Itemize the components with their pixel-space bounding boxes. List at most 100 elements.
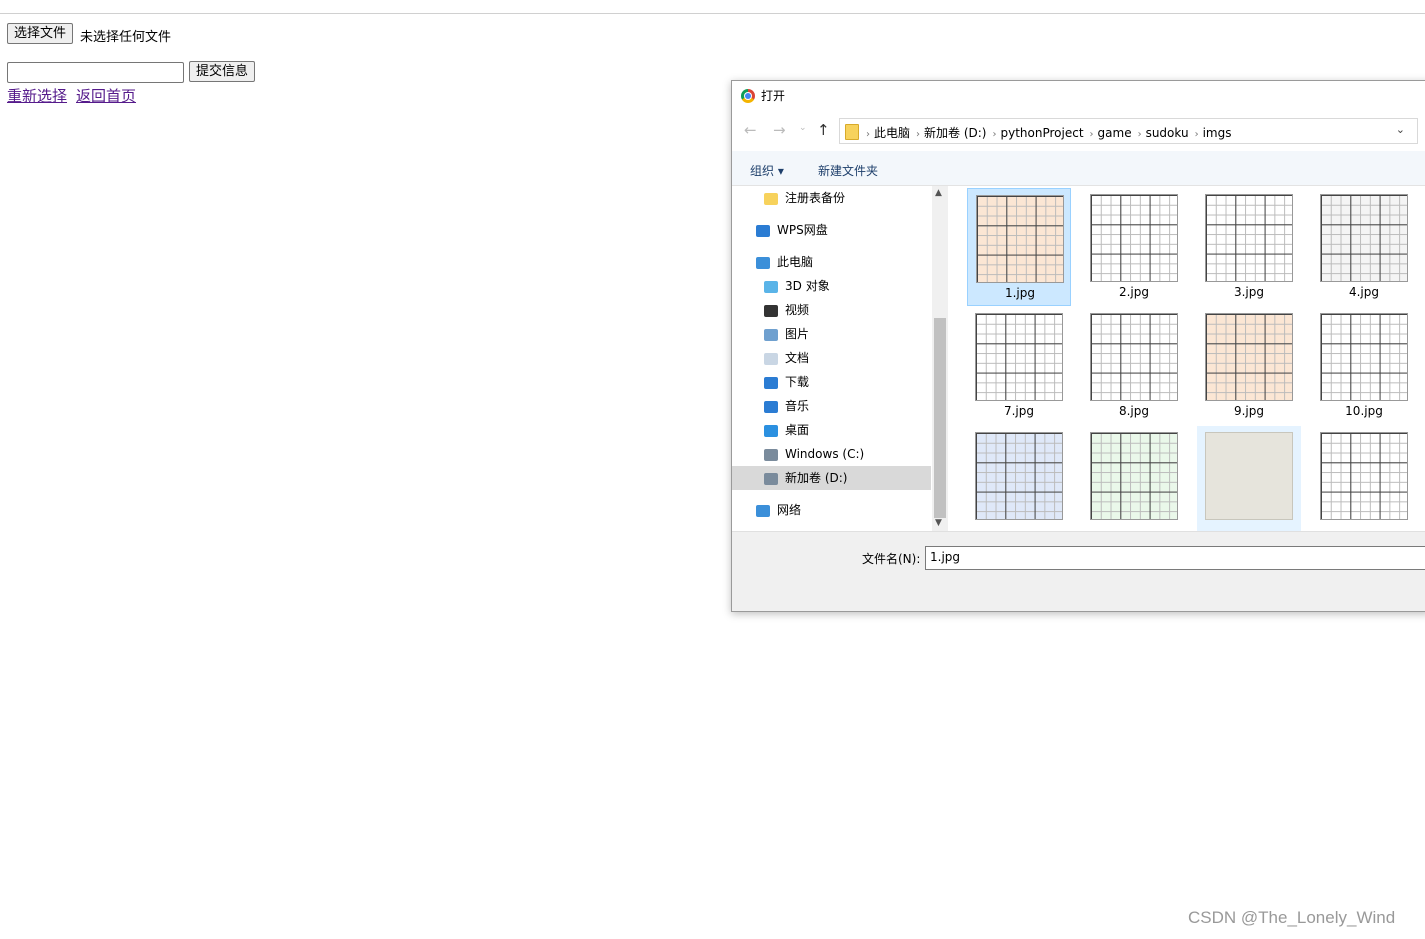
sudoku-thumbnail (1205, 313, 1293, 401)
file-tile[interactable]: 10.jpg (1312, 307, 1416, 425)
picture-icon (764, 328, 778, 341)
sudoku-thumbnail (1090, 194, 1178, 282)
submit-info-button[interactable]: 提交信息 (189, 61, 256, 82)
sudoku-thumbnail (1205, 432, 1293, 520)
file-name: 9.jpg (1233, 404, 1265, 418)
nav-item[interactable]: 视频 (764, 299, 809, 321)
forward-arrow-icon[interactable]: → (773, 121, 786, 139)
info-text-input[interactable] (7, 62, 184, 83)
nav-item[interactable]: 此电脑 (756, 251, 813, 273)
breadcrumb-item[interactable]: pythonProject (1000, 126, 1083, 140)
recent-dropdown-icon[interactable]: ⌄ (799, 123, 807, 133)
network-icon (756, 504, 770, 517)
file-tile[interactable]: 9.jpg (1197, 307, 1301, 425)
up-arrow-icon[interactable]: ↑ (817, 121, 830, 139)
nav-item[interactable]: 新加卷 (D:) (764, 467, 847, 489)
file-name: 8.jpg (1118, 404, 1150, 418)
nav-item-label: 文档 (785, 351, 810, 365)
file-tile[interactable]: 8.jpg (1082, 307, 1186, 425)
dialog-toolbar: 组织 ▾ 新建文件夹 (732, 151, 1425, 186)
cloud-icon (756, 224, 770, 237)
organize-menu[interactable]: 组织 ▾ (750, 162, 784, 179)
back-arrow-icon[interactable]: ← (744, 121, 757, 139)
nav-item[interactable]: 网络 (756, 499, 801, 521)
cube-icon (764, 280, 778, 293)
file-tile[interactable]: 4.jpg (1312, 188, 1416, 306)
nav-item[interactable]: 桌面 (764, 419, 809, 441)
breadcrumb: › 此电脑 › 新加卷 (D:) › pythonProject › game › sudoku ›… (864, 124, 1236, 141)
breadcrumb-separator-icon[interactable]: › (1138, 129, 1142, 140)
nav-item[interactable]: 下载 (764, 371, 809, 393)
sudoku-thumbnail (1090, 432, 1178, 520)
breadcrumb-item[interactable]: imgs (1203, 126, 1232, 140)
breadcrumb-separator-icon[interactable]: › (866, 129, 870, 140)
nav-item-label: 注册表备份 (785, 191, 846, 205)
file-name: 1.jpg (1004, 286, 1036, 300)
nav-item[interactable]: WPS网盘 (756, 219, 828, 241)
file-tile[interactable] (1197, 426, 1301, 544)
file-tile[interactable]: 3.jpg (1197, 188, 1301, 306)
navigation-bar: ← → ⌄ ↑ › 此电脑 › 新加卷 (D:) › pythonProject › game… (732, 111, 1425, 151)
breadcrumb-separator-icon[interactable]: › (1195, 129, 1199, 140)
nav-item[interactable]: 图片 (764, 323, 809, 345)
video-icon (764, 304, 778, 317)
sudoku-thumbnail (1320, 313, 1408, 401)
file-tile[interactable]: 7.jpg (967, 307, 1071, 425)
file-name: 2.jpg (1118, 285, 1150, 299)
chevron-down-icon[interactable]: ⌄ (1396, 123, 1405, 136)
breadcrumb-item[interactable]: 新加卷 (D:) (924, 126, 986, 140)
file-name: 10.jpg (1345, 404, 1383, 418)
nav-item-label: 新加卷 (D:) (785, 471, 848, 485)
nav-item[interactable]: 文档 (764, 347, 809, 369)
scroll-down-icon[interactable]: ▼ (935, 518, 942, 528)
scroll-up-icon[interactable]: ▲ (935, 188, 942, 198)
choose-file-button[interactable]: 选择文件 (7, 23, 74, 44)
file-tile[interactable]: 1.jpg (967, 188, 1071, 306)
dialog-titlebar: 打开 (732, 81, 1425, 111)
no-file-chosen-text: 未选择任何文件 (80, 30, 172, 45)
new-folder-button[interactable]: 新建文件夹 (818, 162, 878, 179)
nav-item[interactable]: 3D 对象 (764, 275, 830, 297)
sudoku-thumbnail (1205, 194, 1293, 282)
reselect-link[interactable]: 重新选择 (7, 85, 67, 106)
scrollbar-thumb[interactable] (934, 318, 946, 518)
address-bar[interactable]: › 此电脑 › 新加卷 (D:) › pythonProject › game › sudoku ›… (839, 118, 1418, 144)
file-name: 4.jpg (1348, 285, 1380, 299)
sudoku-thumbnail (1320, 194, 1408, 282)
home-link[interactable]: 返回首页 (76, 85, 136, 106)
nav-item-label: 网络 (777, 503, 802, 517)
breadcrumb-separator-icon[interactable]: › (1090, 129, 1094, 140)
file-name: 3.jpg (1233, 285, 1265, 299)
nav-item[interactable]: Windows (C:) (764, 443, 864, 465)
breadcrumb-separator-icon[interactable]: › (916, 129, 920, 140)
folder-icon (764, 192, 778, 205)
file-tile[interactable] (967, 426, 1071, 544)
nav-item-label: 视频 (785, 303, 810, 317)
navigation-pane: 注册表备份 WPS网盘此电脑 3D 对象视频图片文档下载音乐桌面 Windows (C… (732, 186, 931, 531)
breadcrumb-item[interactable]: game (1098, 126, 1132, 140)
file-tile[interactable]: 2.jpg (1082, 188, 1186, 306)
browser-bookmarks-bar (0, 0, 1425, 14)
file-tile[interactable] (1312, 426, 1416, 544)
sudoku-thumbnail (975, 432, 1063, 520)
filename-label: 文件名(N): (862, 552, 921, 566)
dialog-footer: 文件名(N): 1.jpg (732, 531, 1425, 611)
nav-item[interactable]: 注册表备份 (764, 187, 845, 209)
nav-item[interactable]: 音乐 (764, 395, 809, 417)
drive-icon (764, 448, 778, 461)
nav-scrollbar[interactable]: ▲ ▼ (932, 186, 948, 531)
sudoku-thumbnail (975, 313, 1063, 401)
nav-item-label: 音乐 (785, 399, 810, 413)
breadcrumb-item[interactable]: 此电脑 (874, 126, 910, 140)
nav-item-label: 3D 对象 (785, 279, 830, 293)
drive-icon (764, 472, 778, 485)
breadcrumb-separator-icon[interactable]: › (992, 129, 996, 140)
file-tile[interactable] (1082, 426, 1186, 544)
chrome-icon (741, 89, 755, 103)
file-open-dialog: 打开 ← → ⌄ ↑ › 此电脑 › 新加卷 (D:) › pythonProject › g… (731, 80, 1425, 612)
file-name: 7.jpg (1003, 404, 1035, 418)
nav-item-label: 桌面 (785, 423, 810, 437)
breadcrumb-item[interactable]: sudoku (1146, 126, 1189, 140)
filename-input[interactable]: 1.jpg (925, 546, 1425, 570)
desktop-icon (764, 424, 778, 437)
